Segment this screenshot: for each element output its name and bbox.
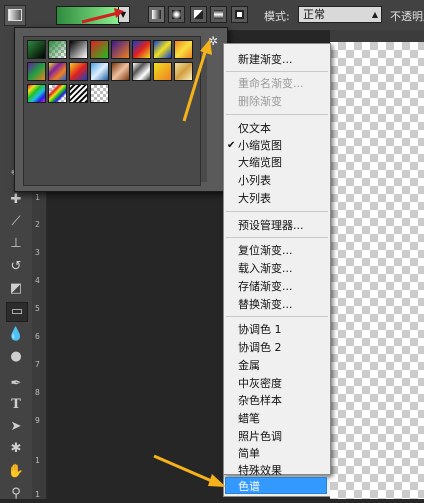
menu-item-save-gradients[interactable]: 存储渐变... bbox=[224, 278, 330, 295]
menu-divider bbox=[226, 316, 328, 317]
menu-item-neutral-density[interactable]: 中灰密度 bbox=[224, 375, 330, 392]
linear-gradient-button[interactable] bbox=[148, 6, 165, 23]
yellow-annotation-arrow bbox=[153, 454, 226, 487]
healing-brush-icon[interactable]: ✚ bbox=[6, 191, 26, 209]
tool-preset-picker[interactable] bbox=[4, 5, 26, 26]
ruler-mark: 2 bbox=[35, 220, 40, 229]
menu-item-pastels[interactable]: 蜡笔 bbox=[224, 410, 330, 427]
ruler-mark: 6 bbox=[35, 332, 40, 341]
menu-item-load-gradients[interactable]: 载入渐变... bbox=[224, 260, 330, 277]
gradient-icon[interactable]: ▭ bbox=[6, 302, 28, 322]
history-brush-icon[interactable]: ↺ bbox=[6, 258, 26, 276]
red-annotation-arrow bbox=[81, 8, 124, 24]
gradient-swatch[interactable] bbox=[111, 40, 130, 59]
menu-item-color-harmonies-2[interactable]: 协调色 2 bbox=[224, 339, 330, 356]
mode-select[interactable]: 正常 ▲ bbox=[298, 6, 382, 23]
gradient-swatch[interactable] bbox=[27, 62, 46, 81]
gradient-swatch[interactable] bbox=[111, 62, 130, 81]
path-selection-icon[interactable]: ➤ bbox=[6, 418, 26, 436]
ruler-mark: 9 bbox=[35, 416, 40, 425]
gradient-swatch[interactable] bbox=[153, 62, 172, 81]
gradient-swatch[interactable] bbox=[90, 40, 109, 59]
gradient-swatch[interactable] bbox=[69, 62, 88, 81]
chevron-down-icon: ▲ bbox=[371, 10, 378, 19]
gradient-swatch[interactable] bbox=[48, 62, 67, 81]
menu-item-photographic-toning[interactable]: 照片色调 bbox=[224, 428, 330, 445]
hand-icon[interactable]: ✋ bbox=[6, 463, 26, 481]
diamond-gradient-icon bbox=[235, 10, 244, 19]
menu-item-small-list[interactable]: 小列表 bbox=[224, 172, 330, 189]
menu-item-simple[interactable]: 简单 bbox=[224, 445, 330, 462]
gradient-swatch[interactable] bbox=[48, 40, 67, 59]
radial-gradient-icon bbox=[172, 10, 181, 19]
mode-value: 正常 bbox=[303, 8, 325, 21]
dodge-icon[interactable]: ● bbox=[6, 348, 26, 366]
menu-item-delete-gradient: 删除渐变 bbox=[238, 95, 282, 108]
brush-icon[interactable]: ⟋ bbox=[6, 213, 26, 231]
reflected-gradient-button[interactable] bbox=[210, 6, 227, 23]
menu-item-metals[interactable]: 金属 bbox=[224, 357, 330, 374]
reflected-gradient-icon bbox=[214, 10, 223, 19]
mode-label: 模式: bbox=[264, 10, 290, 23]
ruler-mark: 7 bbox=[35, 360, 40, 369]
menu-item-replace-gradients[interactable]: 替换渐变... bbox=[224, 296, 330, 313]
angle-gradient-icon bbox=[194, 10, 203, 19]
radial-gradient-button[interactable] bbox=[168, 6, 185, 23]
shape-icon[interactable]: ✱ bbox=[6, 440, 26, 458]
angle-gradient-button[interactable] bbox=[190, 6, 207, 23]
menu-divider bbox=[226, 237, 328, 238]
check-icon: ✔ bbox=[227, 140, 236, 151]
type-icon[interactable]: T bbox=[6, 396, 26, 414]
horizontal-ruler bbox=[330, 30, 424, 42]
eraser-icon[interactable]: ◩ bbox=[6, 280, 26, 298]
gradient-options-menu: 新建渐变... 重命名渐变... 删除渐变 仅文本 ✔ 小缩览图 大缩览图 小列表… bbox=[223, 43, 331, 477]
yellow-annotation-arrow bbox=[182, 39, 212, 122]
gradient-swatch[interactable] bbox=[69, 84, 88, 103]
ruler-mark: 1 bbox=[35, 490, 40, 499]
menu-item-spectrums[interactable]: 色谱 bbox=[225, 477, 327, 494]
gradient-swatch-grid bbox=[23, 36, 201, 186]
clone-stamp-icon[interactable]: ⊥ bbox=[6, 235, 26, 253]
menu-divider bbox=[226, 114, 328, 115]
gradient-swatch[interactable] bbox=[153, 40, 172, 59]
menu-item-large-thumbnail[interactable]: 大缩览图 bbox=[224, 154, 330, 171]
menu-item-text-only[interactable]: 仅文本 bbox=[224, 120, 330, 137]
gradient-swatch[interactable] bbox=[27, 40, 46, 59]
gradient-swatch[interactable] bbox=[132, 40, 151, 59]
linear-gradient-icon bbox=[152, 10, 161, 19]
gradient-swatch[interactable] bbox=[48, 84, 67, 103]
menu-item-small-thumbnail[interactable]: ✔ 小缩览图 bbox=[224, 137, 330, 154]
opacity-label: 不透明度 bbox=[390, 10, 424, 23]
gradient-swatch[interactable] bbox=[132, 62, 151, 81]
zoom-icon[interactable]: ⚲ bbox=[6, 485, 26, 503]
menu-item-new-gradient[interactable]: 新建渐变... bbox=[224, 51, 330, 68]
gradient-swatch[interactable] bbox=[90, 84, 109, 103]
menu-item-color-harmonies-1[interactable]: 协调色 1 bbox=[224, 321, 330, 338]
transparent-canvas[interactable] bbox=[330, 42, 424, 499]
ruler-mark: 1 bbox=[35, 456, 40, 465]
ruler-mark: 5 bbox=[35, 304, 40, 313]
pen-icon[interactable]: ✒ bbox=[6, 375, 26, 393]
blur-icon[interactable]: 💧 bbox=[6, 326, 26, 344]
ruler-mark: 4 bbox=[35, 276, 40, 285]
ruler-mark: 8 bbox=[35, 388, 40, 397]
menu-item-noise-samples[interactable]: 杂色样本 bbox=[224, 392, 330, 409]
menu-divider bbox=[226, 71, 328, 72]
menu-item-rename-gradient: 重命名渐变... bbox=[238, 77, 304, 90]
gradient-swatch[interactable] bbox=[27, 84, 46, 103]
ruler-mark: 3 bbox=[35, 248, 40, 257]
gradient-swatch[interactable] bbox=[69, 40, 88, 59]
gradient-swatch[interactable] bbox=[90, 62, 109, 81]
menu-item-reset-gradients[interactable]: 复位渐变... bbox=[224, 242, 330, 259]
menu-item-preset-manager[interactable]: 预设管理器... bbox=[224, 217, 330, 234]
diamond-gradient-button[interactable] bbox=[231, 6, 248, 23]
ruler-mark: 1 bbox=[35, 193, 40, 202]
menu-divider bbox=[226, 211, 328, 212]
menu-item-large-list[interactable]: 大列表 bbox=[224, 190, 330, 207]
